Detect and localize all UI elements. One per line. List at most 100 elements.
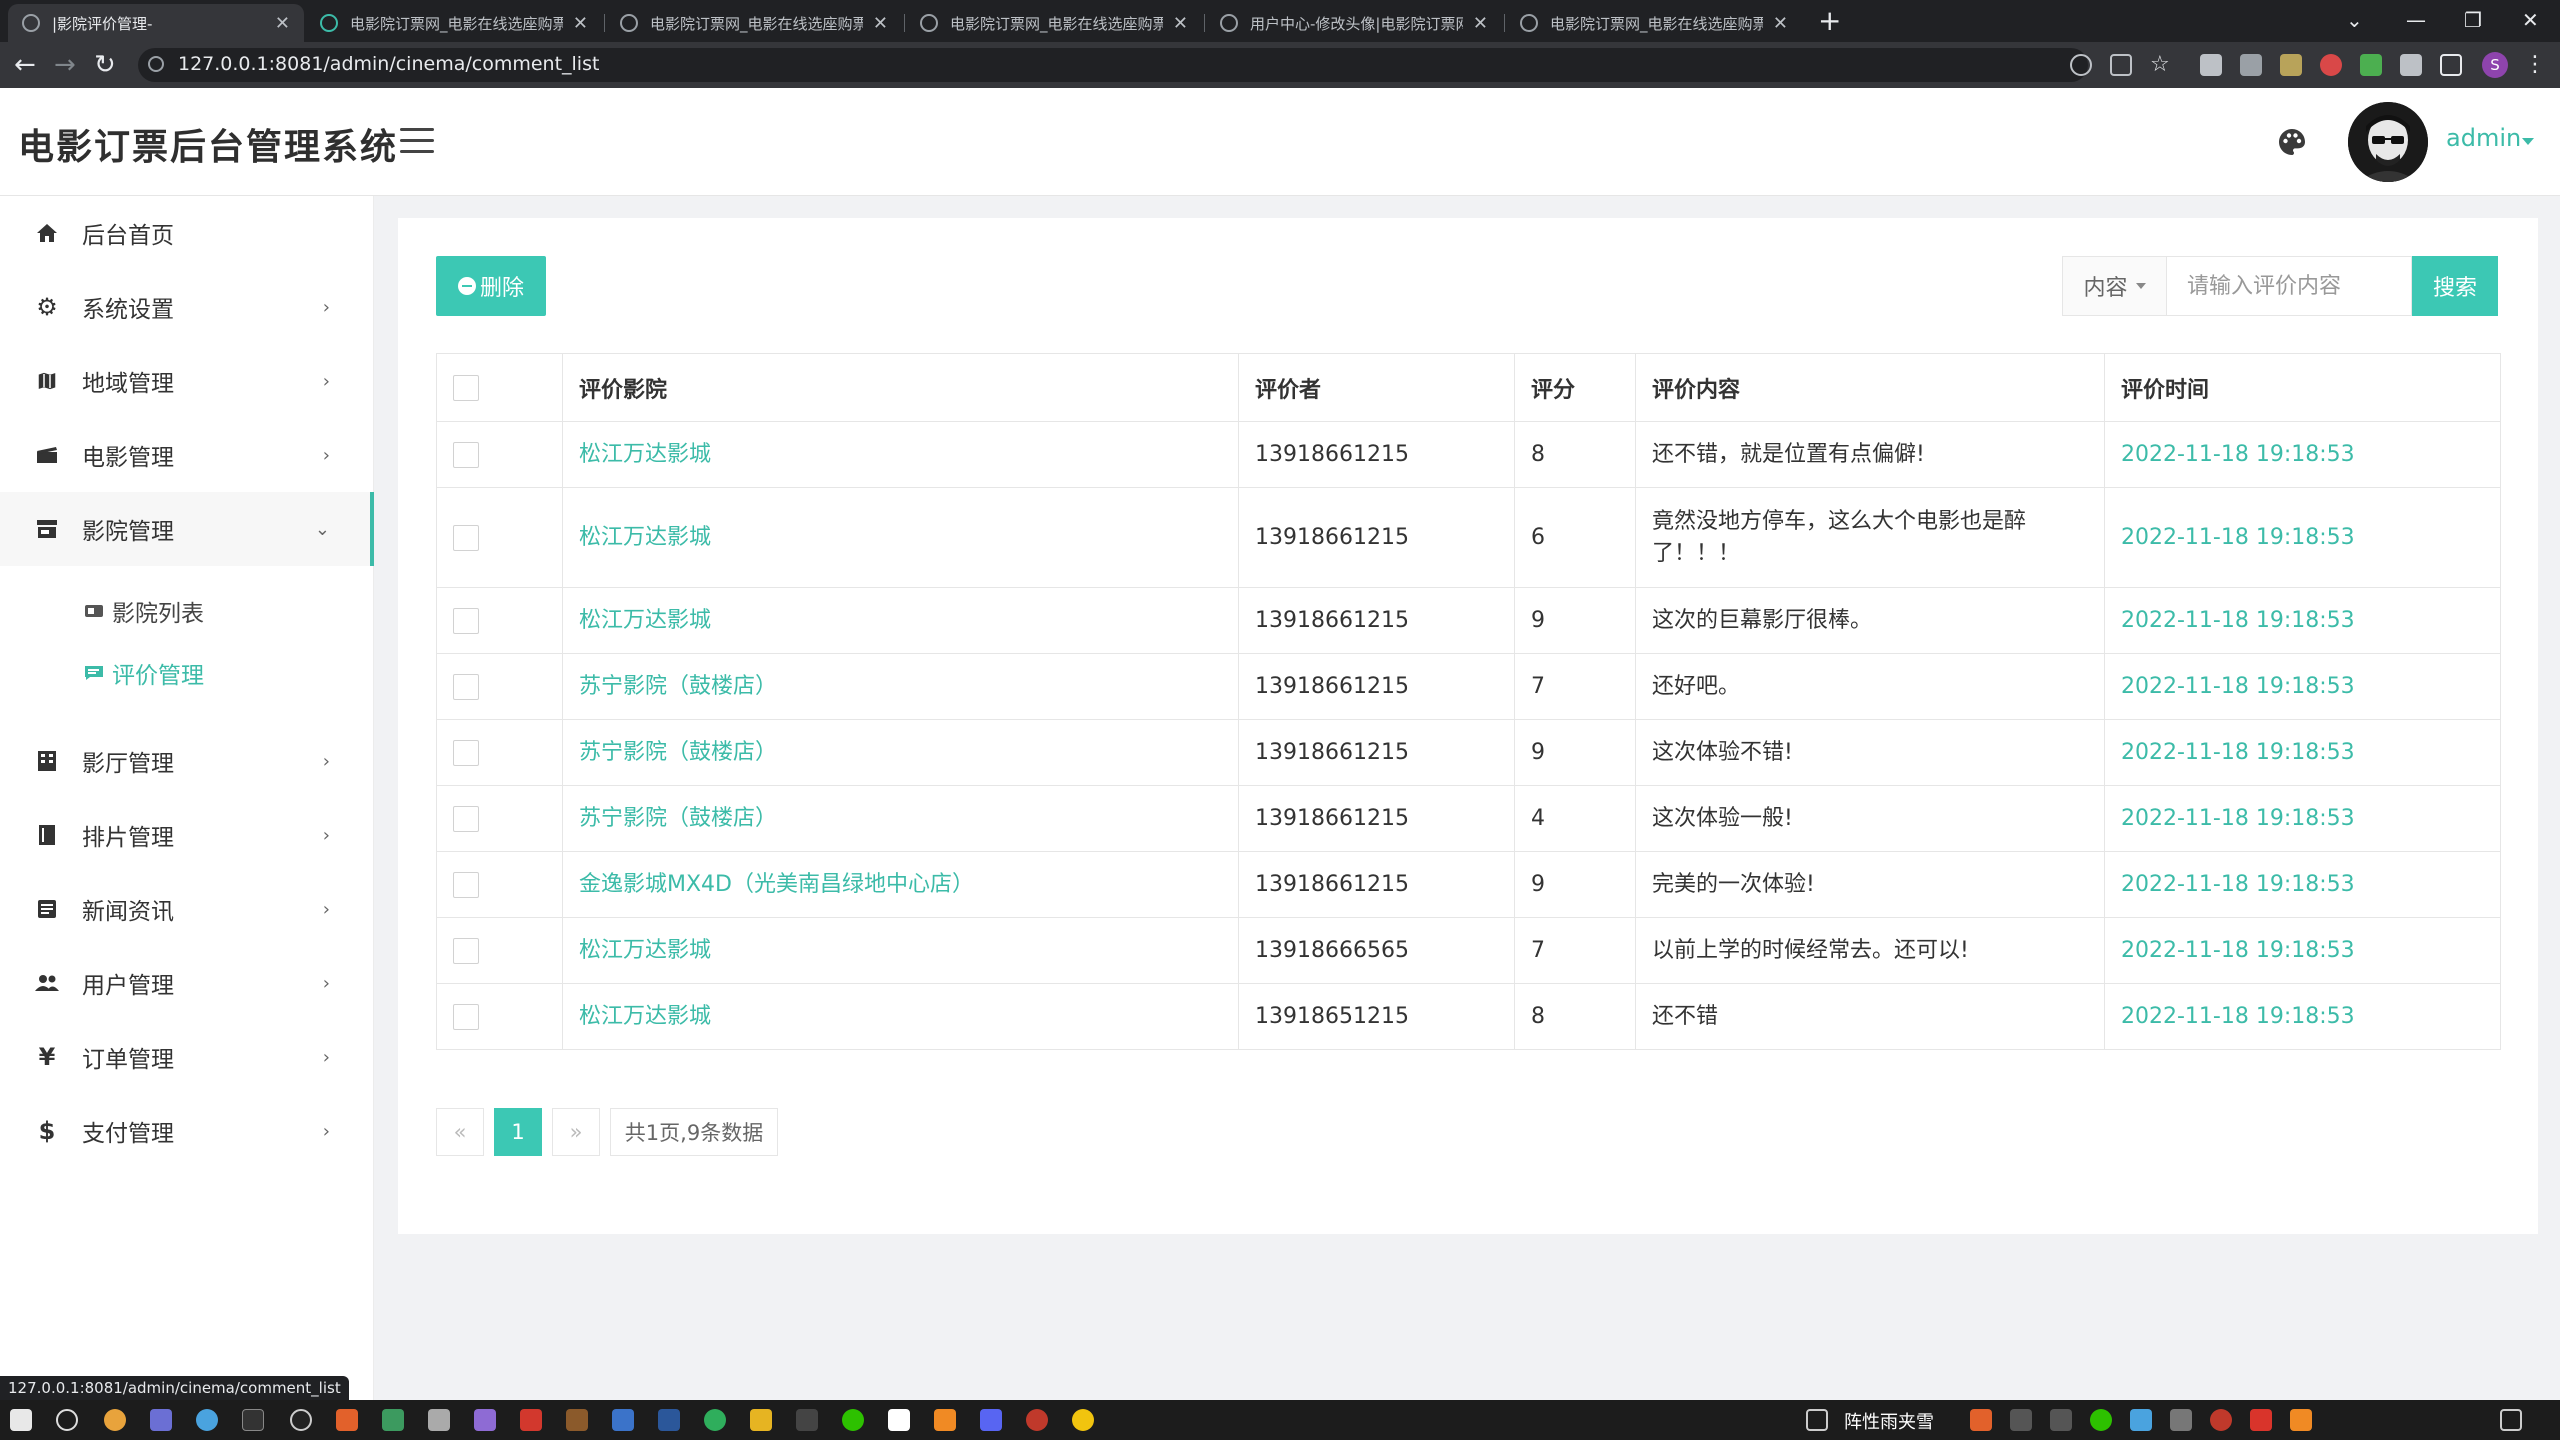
word-icon[interactable] xyxy=(658,1409,680,1431)
url-text[interactable]: 127.0.0.1:8081/admin/cinema/comment_list xyxy=(178,53,599,75)
app-icon[interactable] xyxy=(934,1409,956,1431)
sidebar-item-region[interactable]: 地域管理 › xyxy=(0,344,374,418)
app-icon[interactable] xyxy=(1072,1409,1094,1431)
browser-tab[interactable]: 电影院订票网_电影在线选座购票 ✕ xyxy=(1506,4,1802,42)
camera-icon[interactable] xyxy=(2240,54,2262,76)
sidebar-item-settings[interactable]: ⚙ 系统设置 › xyxy=(0,270,374,344)
app-icon[interactable] xyxy=(428,1409,450,1431)
cinema-link[interactable]: 松江万达影城 xyxy=(562,983,1239,1050)
keyboard-icon[interactable] xyxy=(1806,1409,1828,1431)
sidebar-icon[interactable] xyxy=(2440,54,2462,76)
row-checkbox[interactable] xyxy=(453,1003,479,1030)
window-close-button[interactable]: ✕ xyxy=(2522,4,2539,36)
browser-tab[interactable]: 电影院订票网_电影在线选座购票 ✕ xyxy=(606,4,902,42)
new-tab-button[interactable]: + xyxy=(1818,4,1841,38)
row-checkbox[interactable] xyxy=(453,871,479,898)
cinema-link[interactable]: 松江万达影城 xyxy=(562,421,1239,488)
tray-icon[interactable] xyxy=(2170,1409,2192,1431)
sidebar-item-cinema[interactable]: 影院管理 ⌄ xyxy=(0,492,374,566)
cinema-link[interactable]: 苏宁影院（鼓楼店） xyxy=(562,785,1239,852)
app-icon[interactable] xyxy=(474,1409,496,1431)
cinema-link[interactable]: 苏宁影院（鼓楼店） xyxy=(562,653,1239,720)
site-info-icon[interactable] xyxy=(148,56,164,72)
puzzle-icon[interactable] xyxy=(2400,54,2422,76)
sidebar-item-news[interactable]: 新闻资讯 › xyxy=(0,872,374,946)
browser-tab[interactable]: |影院评价管理- ✕ xyxy=(8,4,304,42)
close-icon[interactable]: ✕ xyxy=(873,13,888,34)
select-all-checkbox[interactable] xyxy=(453,374,479,401)
browser-tab[interactable]: 用户中心-修改头像|电影院订票网 ✕ xyxy=(1206,4,1502,42)
sidebar-item-hall[interactable]: 影厅管理 › xyxy=(0,724,374,798)
app-icon[interactable] xyxy=(242,1409,264,1431)
address-bar[interactable]: 127.0.0.1:8081/admin/cinema/comment_list xyxy=(138,48,2088,82)
app-icon[interactable] xyxy=(382,1409,404,1431)
search-input[interactable] xyxy=(2166,256,2412,316)
close-icon[interactable]: ✕ xyxy=(1773,13,1788,34)
reload-icon[interactable]: ↻ xyxy=(94,48,116,82)
wechat-icon[interactable] xyxy=(842,1409,864,1431)
app-icon[interactable] xyxy=(196,1409,218,1431)
chrome-icon[interactable] xyxy=(104,1409,126,1431)
sidebar-item-payment[interactable]: $ 支付管理 › xyxy=(0,1094,374,1168)
tray-icon[interactable] xyxy=(2010,1409,2032,1431)
windows-start-icon[interactable] xyxy=(10,1409,32,1431)
tray-icon[interactable] xyxy=(2210,1409,2232,1431)
row-checkbox[interactable] xyxy=(453,524,479,551)
sidebar-item-movie[interactable]: 电影管理 › xyxy=(0,418,374,492)
app-icon[interactable] xyxy=(150,1409,172,1431)
folder-icon[interactable] xyxy=(750,1409,772,1431)
extension-icon[interactable] xyxy=(2200,54,2222,76)
user-avatar[interactable] xyxy=(2348,102,2428,182)
pen-icon[interactable] xyxy=(2360,54,2382,76)
sidebar-item-users[interactable]: 用户管理 › xyxy=(0,946,374,1020)
more-menu-icon[interactable]: ⋮ xyxy=(2524,48,2546,82)
forward-icon[interactable]: → xyxy=(54,48,76,82)
sidebar-item-home[interactable]: 后台首页 xyxy=(0,196,374,270)
sidebar-item-orders[interactable]: ¥ 订单管理 › xyxy=(0,1020,374,1094)
search-icon[interactable] xyxy=(56,1409,78,1431)
caret-down-icon[interactable] xyxy=(2522,138,2534,145)
app-icon[interactable] xyxy=(888,1409,910,1431)
search-button[interactable]: 搜索 xyxy=(2412,256,2498,316)
tray-icon[interactable] xyxy=(2250,1409,2272,1431)
app-icon[interactable] xyxy=(612,1409,634,1431)
app-icon[interactable] xyxy=(336,1409,358,1431)
cinema-link[interactable]: 金逸影城MX4D（光美南昌绿地中心店） xyxy=(562,851,1239,918)
row-checkbox[interactable] xyxy=(453,739,479,766)
cinema-link[interactable]: 松江万达影城 xyxy=(562,917,1239,984)
star-icon[interactable]: ☆ xyxy=(2150,54,2172,76)
minimize-button[interactable]: — xyxy=(2406,4,2426,36)
tray-icon[interactable] xyxy=(1970,1409,1992,1431)
notification-icon[interactable] xyxy=(2500,1409,2522,1431)
page-button-current[interactable]: 1 xyxy=(494,1108,542,1156)
browser-tab[interactable]: 电影院订票网_电影在线选座购票 ✕ xyxy=(906,4,1202,42)
app-icon[interactable] xyxy=(704,1409,726,1431)
browser-tab[interactable]: 电影院订票网_电影在线选座购票 ✕ xyxy=(306,4,602,42)
app-icon[interactable] xyxy=(290,1409,312,1431)
restore-button[interactable]: ❐ xyxy=(2464,4,2482,36)
delete-button[interactable]: 删除 xyxy=(436,256,546,316)
image-icon[interactable] xyxy=(2280,54,2302,76)
menu-toggle-icon[interactable] xyxy=(400,128,434,156)
user-name[interactable]: admin xyxy=(2446,124,2521,152)
palette-icon[interactable] xyxy=(2276,126,2308,158)
app-icon[interactable] xyxy=(520,1409,542,1431)
row-checkbox[interactable] xyxy=(453,805,479,832)
share-icon[interactable] xyxy=(2110,54,2132,76)
sidebar-subitem-comment-manage[interactable]: 评价管理 xyxy=(0,642,374,704)
profile-avatar[interactable]: S xyxy=(2482,52,2508,78)
app-icon[interactable] xyxy=(980,1409,1002,1431)
tray-icon[interactable] xyxy=(2090,1409,2112,1431)
sidebar-subitem-cinema-list[interactable]: 影院列表 xyxy=(0,580,374,642)
app-icon[interactable] xyxy=(566,1409,588,1431)
tray-icon[interactable] xyxy=(2290,1409,2312,1431)
prev-page-button[interactable]: « xyxy=(436,1108,484,1156)
cinema-link[interactable]: 松江万达影城 xyxy=(562,487,1239,588)
weather-widget[interactable]: 阵性雨夹雪 xyxy=(1844,1408,1934,1434)
search-field-select[interactable]: 内容 xyxy=(2062,256,2166,316)
row-checkbox[interactable] xyxy=(453,441,479,468)
back-icon[interactable]: ← xyxy=(14,48,36,82)
sidebar-item-schedule[interactable]: 排片管理 › xyxy=(0,798,374,872)
cinema-link[interactable]: 苏宁影院（鼓楼店） xyxy=(562,719,1239,786)
row-checkbox[interactable] xyxy=(453,607,479,634)
